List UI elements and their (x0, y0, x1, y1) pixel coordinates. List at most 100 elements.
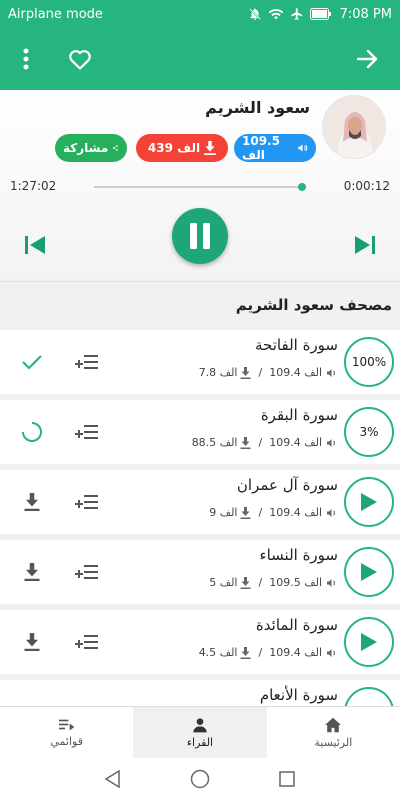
surah-stats: 9 الف / 109.4 الف (209, 506, 338, 519)
download-button[interactable] (18, 628, 46, 656)
tab-my-lists[interactable]: قوائمي (0, 707, 133, 758)
system-navigation (0, 758, 400, 800)
downloads-pill: 439 الف (136, 134, 228, 162)
favorite-button[interactable] (60, 39, 100, 79)
surah-name: سورة آل عمران (236, 476, 338, 494)
wifi-icon (268, 9, 283, 20)
downloads-count: 7.8 الف (198, 366, 238, 379)
play-icon (361, 563, 377, 581)
surah-stats: 88.5 الف / 109.4 الف (192, 436, 338, 449)
download-icon (240, 576, 251, 589)
tab-label: الرئيسية (314, 735, 353, 749)
download-icon (24, 633, 40, 651)
listens-count: 109.4 الف (269, 436, 322, 449)
home-icon (325, 717, 342, 732)
play-surah-button[interactable] (344, 687, 394, 706)
surah-row[interactable]: 3% سورة البقرة 88.5 الف / 109.4 الف (0, 400, 400, 464)
playlist-add-icon (75, 565, 98, 579)
clock-text: 7:08 PM (339, 6, 392, 22)
play-surah-button[interactable] (344, 477, 394, 527)
tab-label: القراء (186, 735, 214, 749)
download-button[interactable] (18, 488, 46, 516)
duration-text: 1:27:02 (10, 179, 57, 193)
surah-row[interactable]: سورة آل عمران 9 الف / 109.4 الف (0, 470, 400, 534)
tab-home[interactable]: الرئيسية (267, 707, 400, 758)
surah-name: سورة المائدة (255, 616, 338, 634)
previous-button[interactable] (18, 228, 52, 262)
downloading-spinner[interactable] (18, 418, 46, 446)
progress-badge[interactable]: 3% (344, 407, 394, 457)
playlist-add-icon (75, 495, 98, 509)
surah-name: سورة النساء (259, 546, 338, 564)
download-icon (204, 141, 216, 155)
seek-bar[interactable] (94, 183, 306, 191)
add-to-playlist-button[interactable] (74, 490, 100, 514)
add-to-playlist-button[interactable] (74, 350, 100, 374)
more-options-button[interactable] (6, 39, 46, 79)
skip-next-icon (355, 236, 375, 254)
progress-badge[interactable]: 100% (344, 337, 394, 387)
recents-nav-icon[interactable] (278, 770, 296, 788)
stats-separator: / (258, 506, 263, 519)
add-to-playlist-button[interactable] (74, 560, 100, 584)
downloads-count: 5 الف (209, 576, 238, 589)
playlist-icon (58, 719, 74, 730)
surah-row[interactable]: سورة المائدة 4.5 الف / 109.4 الف (0, 610, 400, 674)
check-icon (22, 355, 42, 370)
stats-separator: / (258, 366, 263, 379)
download-icon (240, 366, 251, 379)
next-button[interactable] (348, 228, 382, 262)
playlist-add-icon (75, 635, 98, 649)
add-to-playlist-button[interactable] (74, 420, 100, 444)
stats-separator: / (258, 576, 263, 589)
battery-icon (309, 8, 331, 20)
volume-icon (327, 508, 336, 517)
play-surah-button[interactable] (344, 617, 394, 667)
surah-row[interactable]: سورة النساء 5 الف / 109.5 الف (0, 540, 400, 604)
surah-name: سورة الفاتحة (255, 336, 338, 354)
surah-list[interactable]: 100% سورة الفاتحة 7.8 الف / 109.4 الف 3%… (0, 330, 400, 706)
surah-name: سورة البقرة (260, 406, 338, 424)
surah-row[interactable]: 100% سورة الفاتحة 7.8 الف / 109.4 الف (0, 330, 400, 394)
volume-icon (327, 648, 336, 657)
back-button[interactable] (348, 39, 388, 79)
download-icon (240, 506, 251, 519)
reciter-name: سعود الشريم (205, 98, 310, 117)
person-icon (193, 717, 207, 732)
downloads-count: 9 الف (209, 506, 238, 519)
playlist-add-icon (75, 355, 98, 369)
listens-count: 109.5 الف (242, 134, 280, 162)
home-nav-icon[interactable] (190, 769, 210, 789)
notifications-off-icon (248, 8, 261, 20)
seek-handle[interactable] (297, 183, 306, 191)
tab-label: قوائمي (50, 734, 83, 748)
airplane-mode-text: Airplane mode (8, 6, 103, 22)
share-icon (113, 145, 119, 151)
share-button[interactable]: مشاركة (55, 134, 127, 162)
heart-outline-icon (69, 50, 91, 70)
reciter-avatar (322, 95, 386, 159)
downloads-count: 4.5 الف (198, 646, 238, 659)
downloads-count: 439 الف (147, 141, 201, 155)
back-nav-icon[interactable] (104, 770, 122, 788)
skip-previous-icon (25, 236, 45, 254)
share-label: مشاركة (63, 141, 109, 155)
play-surah-button[interactable] (344, 547, 394, 597)
airplane-icon (290, 8, 302, 20)
download-button[interactable] (18, 558, 46, 586)
surah-stats: 5 الف / 109.5 الف (209, 576, 338, 589)
add-to-playlist-button[interactable] (74, 630, 100, 654)
download-icon (240, 436, 251, 449)
more-vert-icon (23, 48, 29, 70)
status-bar: Airplane mode 7:08 PM (0, 0, 400, 28)
surah-stats: 4.5 الف / 109.4 الف (199, 646, 338, 659)
play-pause-button[interactable] (172, 208, 228, 264)
spinner-icon (22, 422, 42, 442)
playlist-add-icon (75, 425, 98, 439)
listens-count: 109.5 الف (269, 576, 322, 589)
tab-reciters[interactable]: القراء (133, 707, 267, 758)
downloads-count: 88.5 الف (191, 436, 238, 449)
download-icon (24, 563, 40, 581)
surah-row[interactable]: سورة الأنعام (0, 680, 400, 706)
volume-icon (327, 578, 336, 587)
